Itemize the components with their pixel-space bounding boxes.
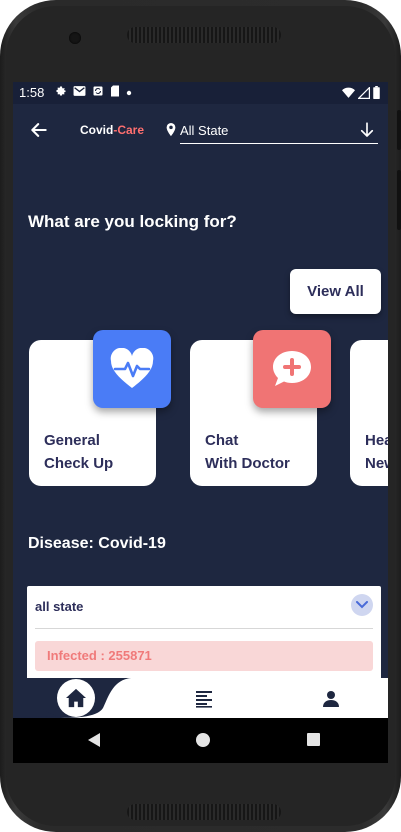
volume-button bbox=[397, 110, 401, 150]
card-label: Hea New bbox=[365, 432, 388, 472]
dot-icon bbox=[126, 86, 132, 100]
speaker-grill-bottom bbox=[127, 804, 281, 820]
sync-icon bbox=[92, 85, 104, 101]
status-notification-icons bbox=[55, 85, 132, 101]
system-home-icon[interactable] bbox=[196, 733, 210, 747]
infected-count: Infected : 255871 bbox=[35, 641, 373, 671]
profile-icon[interactable] bbox=[322, 690, 340, 708]
system-recents-icon[interactable] bbox=[307, 733, 320, 746]
back-arrow-icon[interactable] bbox=[29, 120, 49, 140]
mail-icon bbox=[73, 85, 86, 101]
system-back-icon[interactable] bbox=[86, 732, 102, 748]
panel-state-dropdown[interactable]: all state bbox=[35, 599, 83, 614]
phone-frame: 1:58 Covid-Care All State What are you l… bbox=[0, 0, 401, 832]
wifi-icon bbox=[342, 87, 355, 102]
brand-main: Covid bbox=[80, 123, 114, 137]
heart-pulse-icon bbox=[93, 330, 171, 408]
state-selector-label: All State bbox=[180, 123, 229, 138]
view-all-button[interactable]: View All bbox=[290, 269, 381, 314]
chat-plus-icon bbox=[253, 330, 331, 408]
section-heading: What are you locking for? bbox=[28, 212, 237, 231]
bottom-nav-bar bbox=[13, 678, 388, 718]
power-button bbox=[397, 170, 401, 230]
list-icon[interactable] bbox=[195, 690, 213, 708]
card-label: Chat With Doctor bbox=[205, 432, 290, 472]
app-screen: 1:58 Covid-Care All State What are you l… bbox=[13, 82, 388, 763]
home-icon bbox=[66, 688, 86, 708]
card-label: General Check Up bbox=[44, 432, 114, 472]
state-stats-panel: all state Infected : 255871 bbox=[27, 586, 381, 686]
disease-title: Disease: Covid-19 bbox=[28, 535, 166, 552]
service-card-health-news[interactable]: Hea New bbox=[350, 340, 388, 486]
sd-card-icon bbox=[110, 85, 120, 101]
arrow-down-icon[interactable] bbox=[358, 121, 376, 139]
system-navigation-bar bbox=[13, 718, 388, 763]
chevron-down-icon[interactable] bbox=[351, 594, 373, 616]
state-selector[interactable]: All State bbox=[180, 118, 378, 144]
gear-icon bbox=[55, 85, 67, 101]
battery-icon bbox=[373, 86, 380, 102]
app-brand: Covid-Care bbox=[80, 123, 144, 137]
signal-icon bbox=[357, 85, 370, 102]
status-bar: 1:58 bbox=[13, 82, 388, 104]
nav-home-button[interactable] bbox=[57, 679, 95, 717]
front-camera bbox=[69, 32, 81, 44]
speaker-grill-top bbox=[127, 27, 281, 43]
app-bar: Covid-Care All State bbox=[13, 104, 388, 158]
brand-accent: -Care bbox=[113, 123, 145, 137]
location-pin-icon bbox=[166, 123, 176, 137]
status-time: 1:58 bbox=[19, 85, 45, 100]
status-system-icons bbox=[342, 85, 380, 102]
divider bbox=[35, 628, 373, 629]
